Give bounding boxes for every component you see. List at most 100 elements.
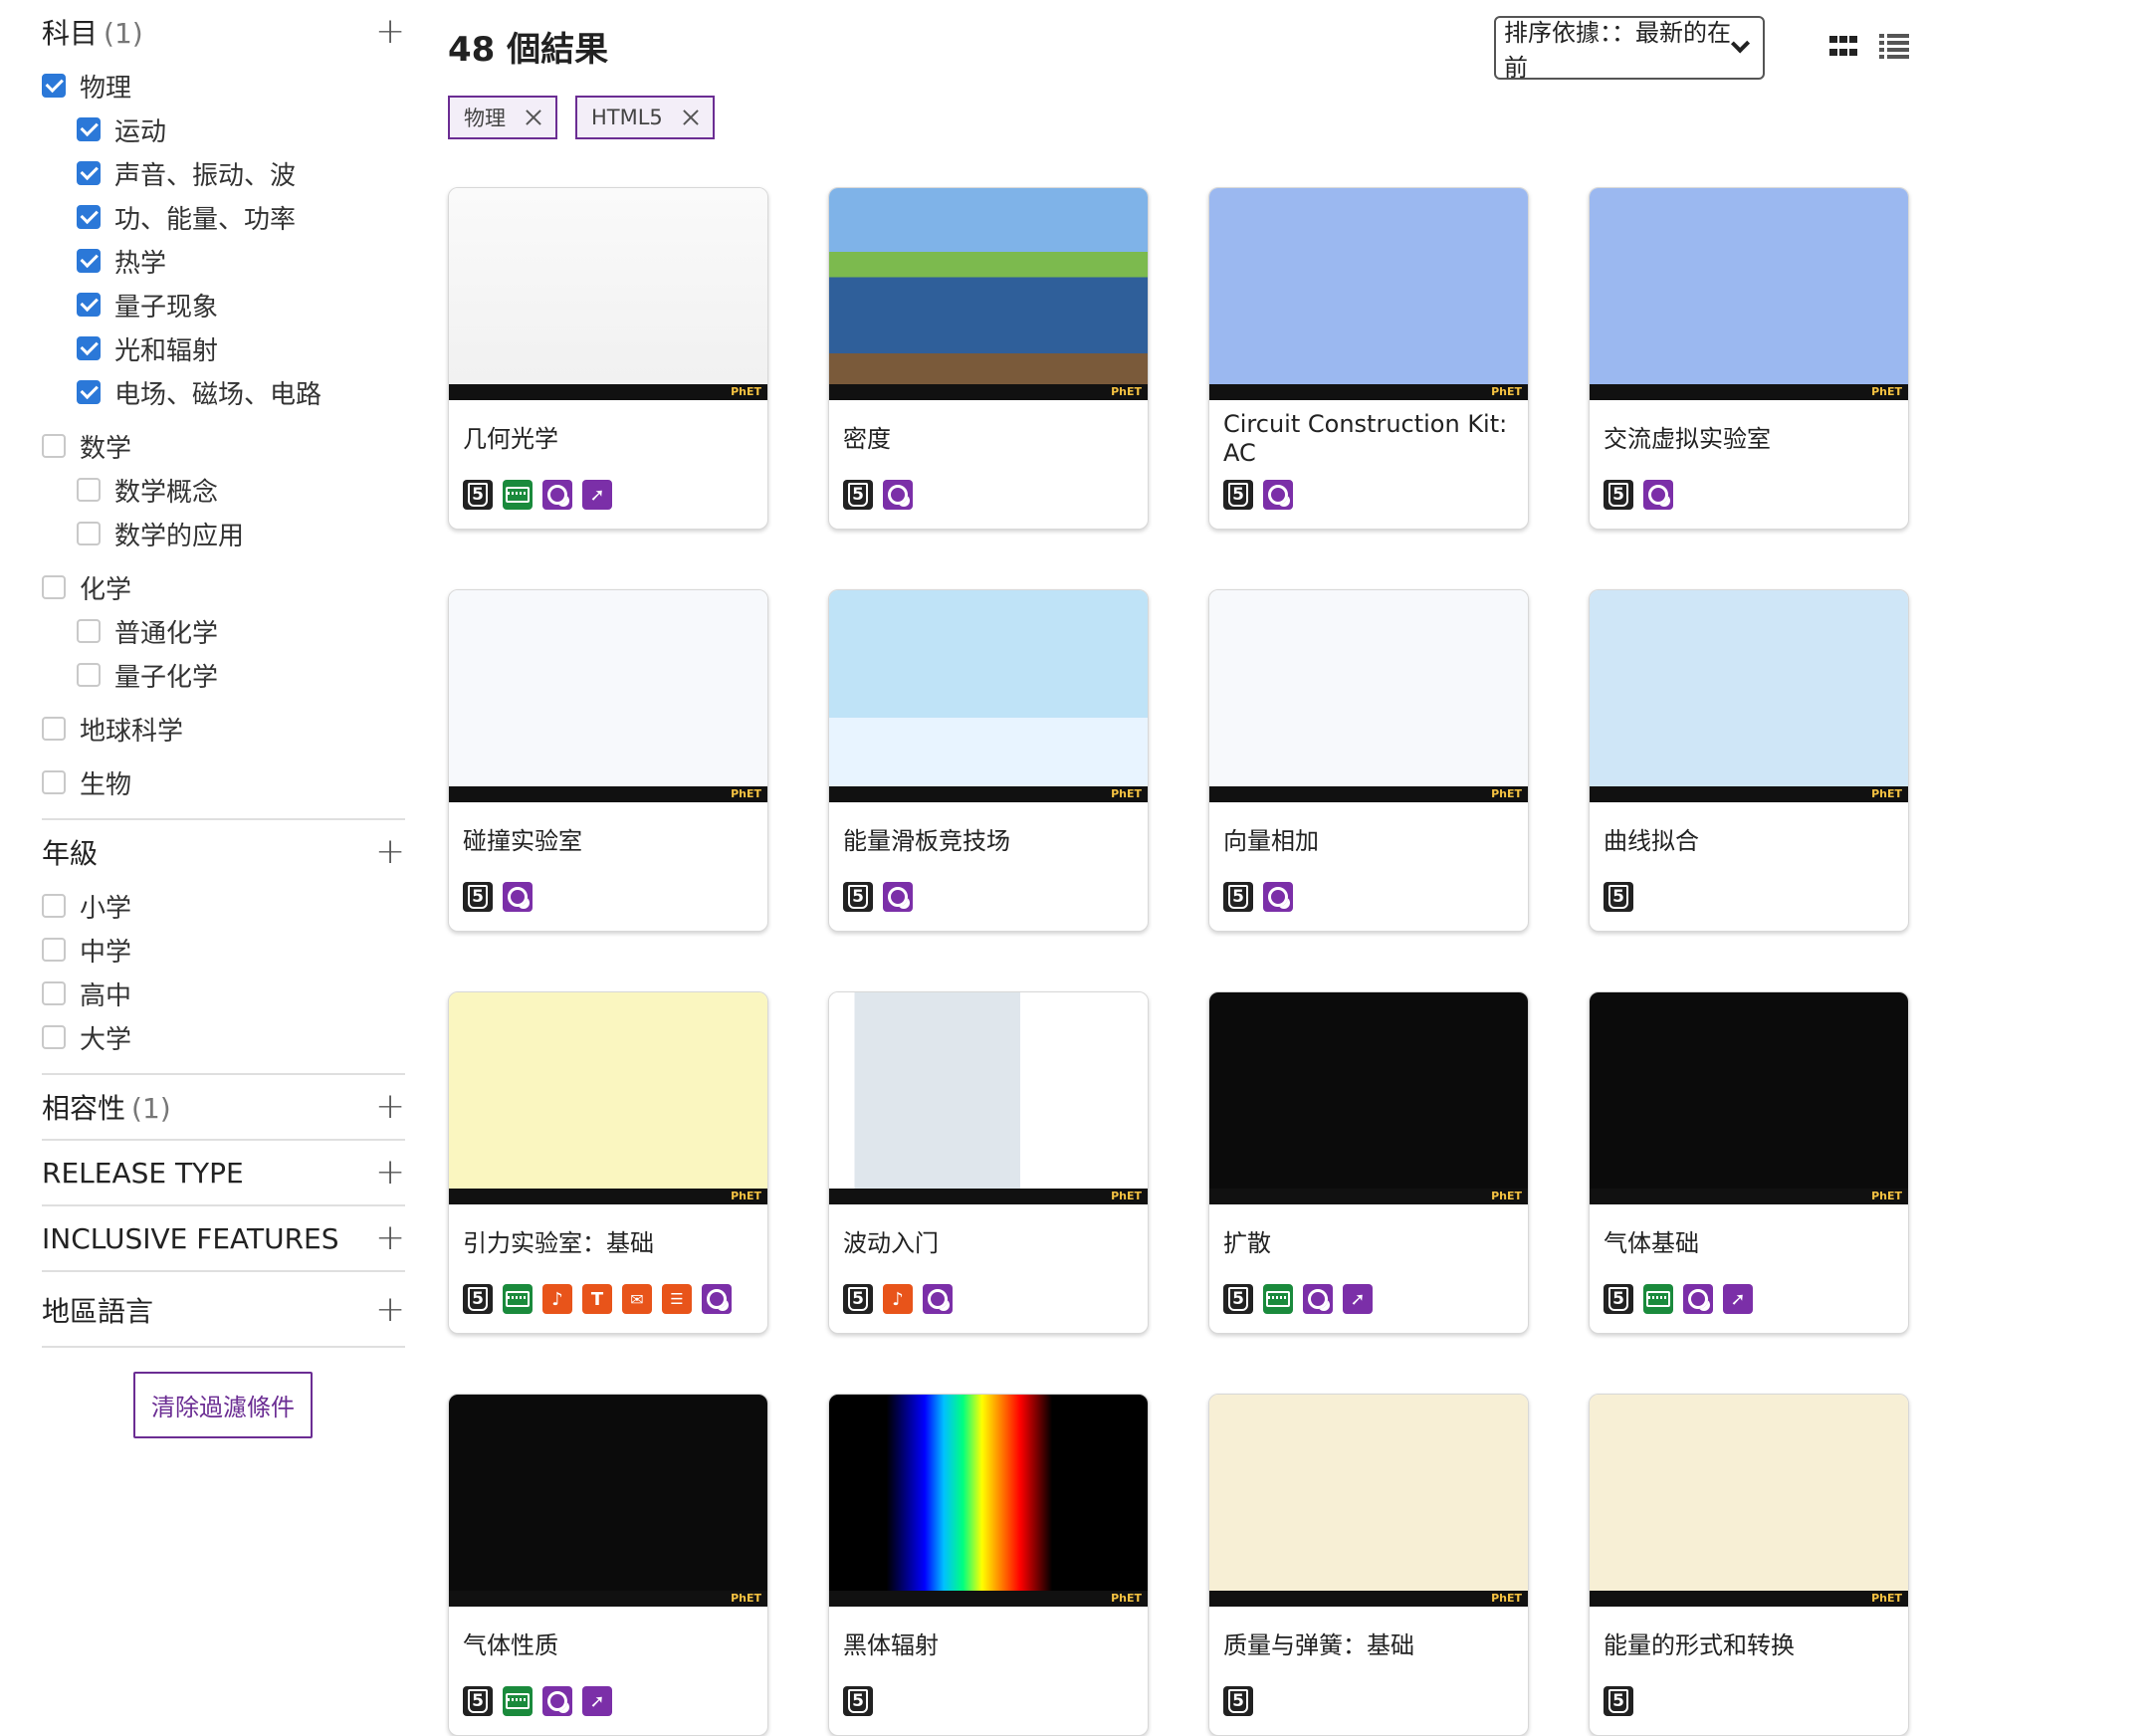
simulation-thumbnail[interactable] xyxy=(449,1395,767,1607)
filter-checkbox-row[interactable]: 中学 xyxy=(42,928,405,972)
simulation-thumbnail[interactable] xyxy=(1209,1395,1528,1607)
filter-checkbox-row[interactable]: 地球科学 xyxy=(42,707,405,751)
filter-checkbox-row[interactable]: 功、能量、功率 xyxy=(77,195,405,239)
simulation-card[interactable]: 质量与弹簧：基础 xyxy=(1208,1394,1529,1736)
checkbox[interactable] xyxy=(77,663,101,687)
expand-plus-icon[interactable]: + xyxy=(375,1155,405,1191)
simulation-title[interactable]: 几何光学 xyxy=(449,400,767,478)
checkbox-checked[interactable] xyxy=(77,205,101,229)
checkbox-checked[interactable] xyxy=(77,161,101,185)
simulation-title[interactable]: 质量与弹簧：基础 xyxy=(1209,1607,1528,1684)
simulation-card[interactable]: 气体基础 xyxy=(1589,991,1909,1334)
filter-checkbox-row[interactable]: 小学 xyxy=(42,884,405,928)
checkbox-checked[interactable] xyxy=(77,249,101,273)
filter-checkbox-row[interactable]: 量子化学 xyxy=(77,653,405,697)
simulation-card[interactable]: 能量滑板竞技场 xyxy=(828,589,1149,932)
expand-plus-icon[interactable]: + xyxy=(375,1089,405,1125)
list-view-icon[interactable] xyxy=(1879,34,1909,60)
checkbox[interactable] xyxy=(42,434,66,458)
simulation-title[interactable]: 扩散 xyxy=(1209,1204,1528,1282)
simulation-thumbnail[interactable] xyxy=(1209,590,1528,802)
simulation-thumbnail[interactable] xyxy=(829,992,1148,1204)
filter-checkbox-row[interactable]: 物理 xyxy=(42,64,405,108)
simulation-title[interactable]: 向量相加 xyxy=(1209,802,1528,880)
checkbox[interactable] xyxy=(42,894,66,918)
expand-plus-icon[interactable]: + xyxy=(375,1292,405,1328)
simulation-card[interactable]: 碰撞实验室 xyxy=(448,589,768,932)
simulation-card[interactable]: 密度 xyxy=(828,187,1149,530)
close-icon[interactable] xyxy=(526,109,541,125)
simulation-thumbnail[interactable] xyxy=(449,188,767,400)
checkbox[interactable] xyxy=(42,717,66,741)
clear-filters-button[interactable]: 清除過濾條件 xyxy=(133,1372,313,1438)
simulation-thumbnail[interactable] xyxy=(829,590,1148,802)
simulation-thumbnail[interactable] xyxy=(1209,992,1528,1204)
facet-inclusive-header[interactable]: INCLUSIVE FEATURES + xyxy=(42,1206,405,1270)
filter-checkbox-row[interactable]: 大学 xyxy=(42,1015,405,1059)
simulation-card[interactable]: 波动入门 xyxy=(828,991,1149,1334)
filter-checkbox-row[interactable]: 热学 xyxy=(77,239,405,283)
simulation-title[interactable]: 能量的形式和转换 xyxy=(1590,1607,1908,1684)
filter-checkbox-row[interactable]: 声音、振动、波 xyxy=(77,151,405,195)
simulation-card[interactable]: 曲线拟合 xyxy=(1589,589,1909,932)
filter-checkbox-row[interactable]: 数学 xyxy=(42,424,405,468)
filter-checkbox-row[interactable]: 运动 xyxy=(77,108,405,151)
filter-checkbox-row[interactable]: 电场、磁场、电路 xyxy=(77,370,405,414)
filter-checkbox-row[interactable]: 量子现象 xyxy=(77,283,405,326)
simulation-title[interactable]: 气体性质 xyxy=(449,1607,767,1684)
facet-subject-header[interactable]: 科目 (1) + xyxy=(42,0,405,64)
checkbox[interactable] xyxy=(42,575,66,599)
filter-checkbox-row[interactable]: 数学概念 xyxy=(77,468,405,512)
simulation-card[interactable]: 能量的形式和转换 xyxy=(1589,1394,1909,1736)
sort-select[interactable]: 排序依據：：最新的在前 xyxy=(1494,16,1765,82)
simulation-card[interactable]: 引力实验室：基础 xyxy=(448,991,768,1334)
filter-checkbox-row[interactable]: 高中 xyxy=(42,972,405,1015)
checkbox-checked[interactable] xyxy=(77,380,101,404)
checkbox[interactable] xyxy=(77,478,101,502)
simulation-card[interactable]: 几何光学 xyxy=(448,187,768,530)
facet-grade-header[interactable]: 年級 + xyxy=(42,820,405,884)
filter-checkbox-row[interactable]: 数学的应用 xyxy=(77,512,405,555)
simulation-title[interactable]: 黑体辐射 xyxy=(829,1607,1148,1684)
expand-plus-icon[interactable]: + xyxy=(375,1220,405,1256)
simulation-card[interactable]: 气体性质 xyxy=(448,1394,768,1736)
simulation-thumbnail[interactable] xyxy=(1209,188,1528,400)
expand-plus-icon[interactable]: + xyxy=(375,834,405,870)
simulation-title[interactable]: 密度 xyxy=(829,400,1148,478)
filter-checkbox-row[interactable]: 光和辐射 xyxy=(77,326,405,370)
simulation-title[interactable]: Circuit Construction Kit: AC xyxy=(1209,400,1528,478)
simulation-thumbnail[interactable] xyxy=(1590,590,1908,802)
filter-checkbox-row[interactable]: 化学 xyxy=(42,565,405,609)
filter-checkbox-row[interactable]: 生物 xyxy=(42,760,405,804)
filter-checkbox-row[interactable]: 普通化学 xyxy=(77,609,405,653)
close-icon[interactable] xyxy=(683,109,699,125)
simulation-thumbnail[interactable] xyxy=(829,1395,1148,1607)
checkbox[interactable] xyxy=(42,1025,66,1049)
simulation-title[interactable]: 引力实验室：基础 xyxy=(449,1204,767,1282)
facet-locale-header[interactable]: 地區語言 + xyxy=(42,1272,405,1348)
checkbox[interactable] xyxy=(77,522,101,545)
simulation-thumbnail[interactable] xyxy=(829,188,1148,400)
simulation-thumbnail[interactable] xyxy=(1590,1395,1908,1607)
simulation-card[interactable]: 交流虚拟实验室 xyxy=(1589,187,1909,530)
filter-chip[interactable]: 物理 xyxy=(448,96,557,139)
simulation-title[interactable]: 气体基础 xyxy=(1590,1204,1908,1282)
simulation-thumbnail[interactable] xyxy=(449,992,767,1204)
filter-chip[interactable]: HTML5 xyxy=(575,96,715,139)
checkbox-checked[interactable] xyxy=(77,336,101,360)
simulation-card[interactable]: 向量相加 xyxy=(1208,589,1529,932)
checkbox[interactable] xyxy=(42,770,66,794)
checkbox[interactable] xyxy=(42,981,66,1005)
checkbox-checked[interactable] xyxy=(42,74,66,98)
simulation-title[interactable]: 碰撞实验室 xyxy=(449,802,767,880)
simulation-title[interactable]: 能量滑板竞技场 xyxy=(829,802,1148,880)
simulation-card[interactable]: 黑体辐射 xyxy=(828,1394,1149,1736)
checkbox[interactable] xyxy=(42,938,66,962)
checkbox-checked[interactable] xyxy=(77,293,101,317)
simulation-thumbnail[interactable] xyxy=(449,590,767,802)
simulation-thumbnail[interactable] xyxy=(1590,188,1908,400)
expand-plus-icon[interactable]: + xyxy=(375,14,405,50)
facet-release-type-header[interactable]: RELEASE TYPE + xyxy=(42,1141,405,1204)
simulation-thumbnail[interactable] xyxy=(1590,992,1908,1204)
simulation-title[interactable]: 波动入门 xyxy=(829,1204,1148,1282)
